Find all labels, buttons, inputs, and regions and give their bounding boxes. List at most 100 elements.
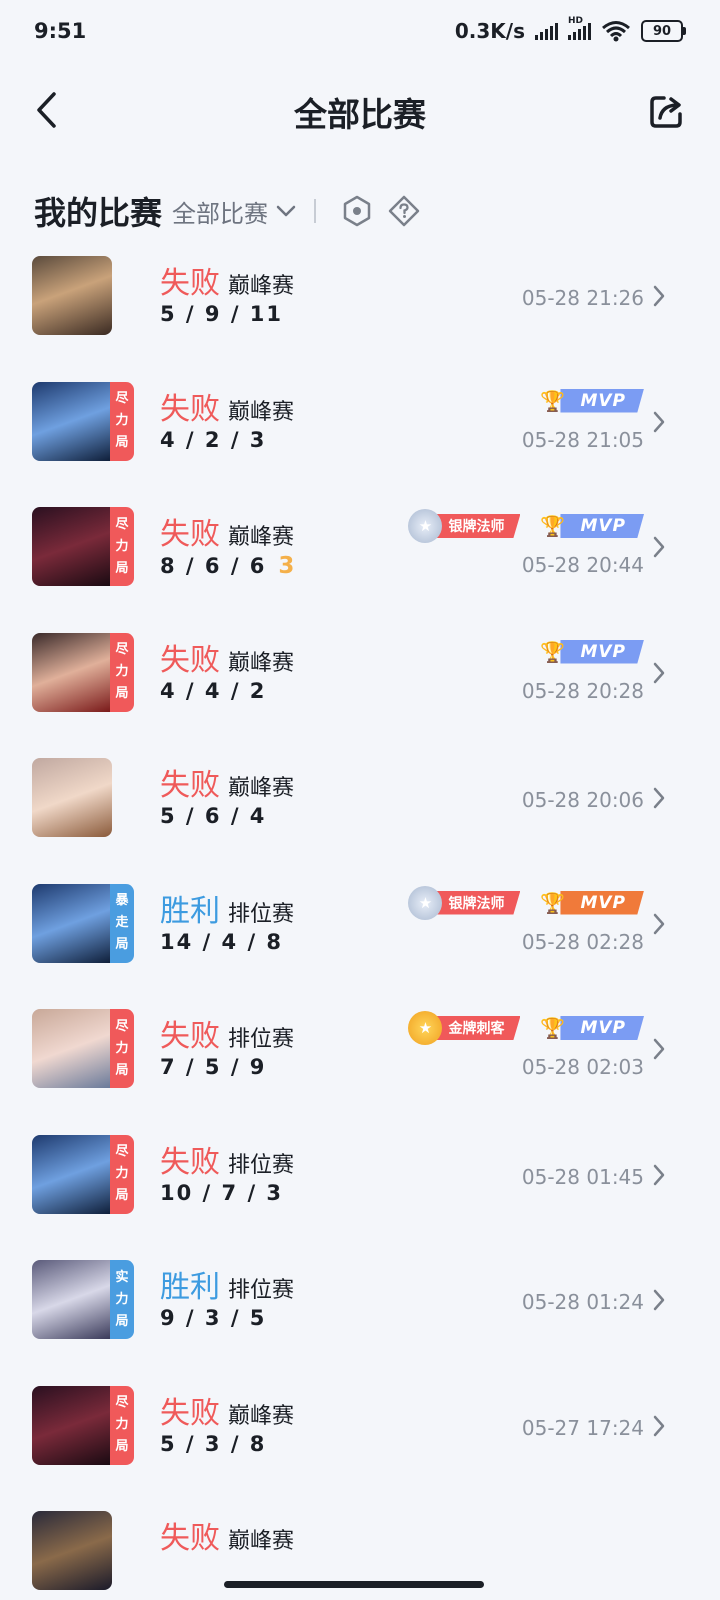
share-button[interactable]: [648, 92, 686, 130]
share-icon: [650, 96, 682, 128]
trophy-icon: 🏆: [540, 388, 565, 413]
kda-text: 4 / 4 / 2: [160, 678, 267, 703]
match-time: 05-28 01:45: [521, 1164, 644, 1189]
kda-text: 5 / 6 / 4: [160, 804, 267, 828]
page-title: 全部比赛: [294, 95, 426, 134]
medal-badge: ★ 银牌法师: [408, 509, 521, 543]
match-row[interactable]: 尽力局 失败 巅峰赛 4 / 4 / 2 🏆 MVP 05-28 20:28: [0, 615, 720, 741]
chevron-right-icon: [653, 536, 665, 558]
match-result: 失败 巅峰赛: [160, 384, 294, 428]
badge-group: ★ 金牌刺客 🏆 MVP: [408, 1011, 644, 1045]
hero-portrait: [32, 1385, 110, 1465]
chevron-down-icon: [276, 205, 296, 217]
hero-avatar: [32, 1511, 112, 1590]
mode-label: 巅峰赛: [228, 399, 295, 425]
help-button[interactable]: [388, 195, 420, 227]
hero-avatar: 实力局: [32, 1260, 134, 1339]
match-tag: 实力局: [110, 1260, 134, 1339]
trophy-icon: 🏆: [540, 639, 565, 664]
badge-group: 🏆 MVP: [534, 639, 644, 665]
hero-portrait: [32, 632, 110, 712]
result-label: 失败: [160, 768, 220, 803]
match-time: 05-28 02:28: [521, 929, 644, 954]
mode-label: 巅峰赛: [228, 1403, 295, 1429]
match-tag: 暴走局: [110, 883, 134, 963]
hero-portrait: [32, 883, 110, 963]
network-speed: 0.3K/s: [454, 19, 525, 43]
badge-group: ★ 银牌法师 🏆 MVP: [408, 885, 644, 920]
battery-icon: 90: [641, 20, 686, 42]
chevron-right-icon: [653, 662, 665, 683]
match-row[interactable]: 尽力局 失败 巅峰赛 5 / 3 / 8 05-27 17:24: [0, 1368, 720, 1494]
kda-text: 9 / 3 / 5: [160, 1306, 267, 1330]
chevron-right-icon: [653, 913, 665, 934]
mvp-badge: 🏆 MVP: [534, 890, 644, 916]
result-label: 失败: [160, 1019, 220, 1054]
match-row[interactable]: 尽力局失败 排位赛 7 / 5 / 9 ★ 金牌刺客 🏆 MVP 05-28 02:03: [0, 991, 720, 1117]
mode-label: 排位赛: [228, 1278, 295, 1303]
chevron-right-icon: [653, 1164, 665, 1185]
result-label: 失败: [160, 266, 220, 301]
mvp-badge: 🏆 MVP: [534, 388, 644, 414]
match-result: 失败 巅峰赛: [160, 509, 294, 553]
result-label: 失败: [160, 1144, 220, 1180]
match-filter-dropdown[interactable]: 全部比赛: [172, 194, 296, 229]
chevron-right-icon: [653, 411, 665, 432]
mvp-badge: 🏆 MVP: [534, 513, 644, 539]
match-row[interactable]: 失败 巅峰赛 5 / 6 / 4 05-28 20:06: [0, 740, 720, 866]
hero-portrait: [32, 758, 112, 837]
kda-text: 5 / 9 / 11: [160, 302, 284, 326]
hero-filter-button[interactable]: [342, 195, 372, 227]
result-label: 失败: [160, 1395, 220, 1431]
status-bar: 9:51 0.3K/s HD 90: [0, 0, 720, 62]
hero-avatar: 尽力局: [32, 1134, 134, 1214]
chevron-right-icon: [653, 1289, 665, 1311]
hero-portrait: [32, 381, 110, 461]
chevron-right-icon: [653, 787, 665, 809]
section-title: 我的比赛: [34, 194, 163, 232]
hero-avatar: 暴走局: [32, 883, 134, 963]
hero-avatar: 尽力局: [32, 381, 134, 461]
top-header: 全部比赛: [0, 70, 720, 150]
hero-portrait: [32, 1260, 110, 1339]
match-row[interactable]: 失败 巅峰赛 5 / 9 / 11 05-28 21:26: [0, 238, 720, 364]
match-result: 胜利 排位赛: [160, 886, 294, 930]
kda-text: 7 / 5 / 9: [160, 1055, 267, 1079]
result-label: 胜利: [160, 1270, 220, 1305]
hero-avatar: 尽力局: [32, 632, 134, 712]
medal-badge: ★ 银牌法师: [408, 885, 521, 920]
match-row[interactable]: 尽力局 失败 排位赛 10 / 7 / 3 05-28 01:45: [0, 1117, 720, 1243]
result-label: 胜利: [160, 893, 220, 929]
match-time: 05-28 21:05: [521, 427, 644, 452]
match-result: 失败 巅峰赛: [160, 760, 294, 804]
mode-label: 巅峰赛: [228, 525, 295, 550]
mode-label: 巅峰赛: [228, 274, 295, 299]
trophy-icon: 🏆: [540, 890, 565, 915]
mode-label: 巅峰赛: [228, 1529, 295, 1554]
kda-text: 10 / 7 / 3: [160, 1180, 284, 1205]
match-row[interactable]: 实力局 胜利 排位赛 9 / 3 / 5 05-28 01:24: [0, 1242, 720, 1368]
hexagon-icon: [343, 195, 371, 227]
match-time: 05-28 01:24: [521, 1290, 644, 1314]
hero-portrait: [32, 1009, 110, 1088]
match-result: 失败 巅峰赛: [160, 1513, 294, 1557]
chevron-right-icon: [653, 1038, 665, 1060]
mode-label: 排位赛: [228, 1152, 295, 1178]
hero-portrait: [32, 1511, 112, 1590]
match-time: 05-28 02:03: [521, 1055, 644, 1079]
kda-text: 8 / 6 / 63: [160, 553, 297, 579]
match-row[interactable]: 暴走局 胜利 排位赛 14 / 4 / 8 ★ 银牌法师 🏆 MVP 05-28 02:28: [0, 866, 720, 992]
wifi-icon: [602, 21, 630, 42]
match-row[interactable]: 尽力局失败 巅峰赛 8 / 6 / 6 3 ★ 银牌法师 🏆 MVP 05-28 20:44: [0, 489, 720, 615]
result-label: 失败: [160, 1521, 220, 1556]
match-time: 05-27 17:24: [521, 1415, 644, 1440]
mvp-badge: 🏆 MVP: [534, 639, 644, 665]
filter-select-label: 全部比赛: [172, 199, 269, 228]
hero-avatar: [32, 758, 112, 837]
match-time: 05-28 20:06: [521, 788, 644, 812]
result-label: 失败: [160, 642, 220, 678]
match-tag: 尽力局: [110, 507, 134, 586]
match-row[interactable]: 尽力局 失败 巅峰赛 4 / 2 / 3 🏆 MVP 05-28 21:05: [0, 364, 720, 490]
mode-label: 排位赛: [228, 901, 295, 927]
kda-text: 5 / 3 / 8: [160, 1431, 267, 1456]
